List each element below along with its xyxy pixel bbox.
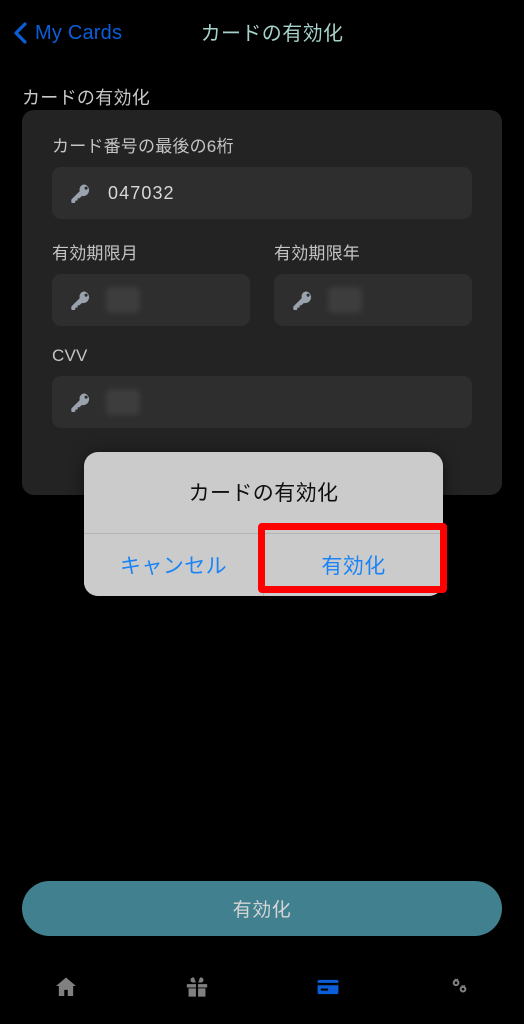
key-icon: [68, 181, 92, 205]
nav-item-settings[interactable]: [393, 967, 524, 1007]
key-icon: [68, 390, 92, 414]
page-title: カードの有効化: [200, 23, 344, 45]
confirm-activate-button[interactable]: 有効化: [263, 534, 443, 596]
field-card-number: カード番号の最後の6桁 047032: [52, 132, 472, 219]
cvv-input[interactable]: [52, 376, 472, 428]
field-label-expiry-year: 有効期限年: [274, 244, 360, 263]
field-cvv: CVV: [52, 346, 472, 428]
section-heading: カードの有効化: [22, 88, 151, 108]
card-number-input[interactable]: 047032: [52, 167, 472, 219]
expiry-row: 有効期限月 有効期限年: [52, 239, 472, 326]
nav-item-cards[interactable]: [262, 967, 393, 1007]
field-label-cvv: CVV: [52, 346, 88, 365]
home-icon: [53, 974, 79, 1000]
card-activation-form: カード番号の最後の6桁 047032 有効期限月 有効期限年 CVV: [22, 110, 502, 495]
settings-gears-icon: [446, 974, 472, 1000]
credit-card-icon: [315, 974, 341, 1000]
cancel-button[interactable]: キャンセル: [84, 534, 263, 596]
highlight-annotation: [258, 523, 447, 593]
app-header: My Cards カードの有効化: [0, 0, 524, 66]
field-label-card-number: カード番号の最後の6桁: [52, 137, 234, 156]
activate-card-button[interactable]: 有効化: [22, 881, 502, 936]
cvv-obscured-value: [106, 389, 140, 415]
dialog-actions: キャンセル 有効化: [84, 533, 443, 596]
card-number-value: 047032: [108, 182, 175, 203]
expiry-month-input[interactable]: [52, 274, 250, 326]
field-expiry-year: 有効期限年: [274, 239, 472, 326]
expiry-year-obscured-value: [328, 287, 362, 313]
nav-item-rewards[interactable]: [131, 967, 262, 1007]
bottom-navigation: [0, 955, 524, 1024]
key-icon: [290, 288, 314, 312]
nav-item-home[interactable]: [0, 967, 131, 1007]
field-label-expiry-month: 有効期限月: [52, 244, 138, 263]
key-icon: [68, 288, 92, 312]
field-expiry-month: 有効期限月: [52, 239, 250, 326]
expiry-month-obscured-value: [106, 287, 140, 313]
expiry-year-input[interactable]: [274, 274, 472, 326]
gift-icon: [184, 974, 210, 1000]
